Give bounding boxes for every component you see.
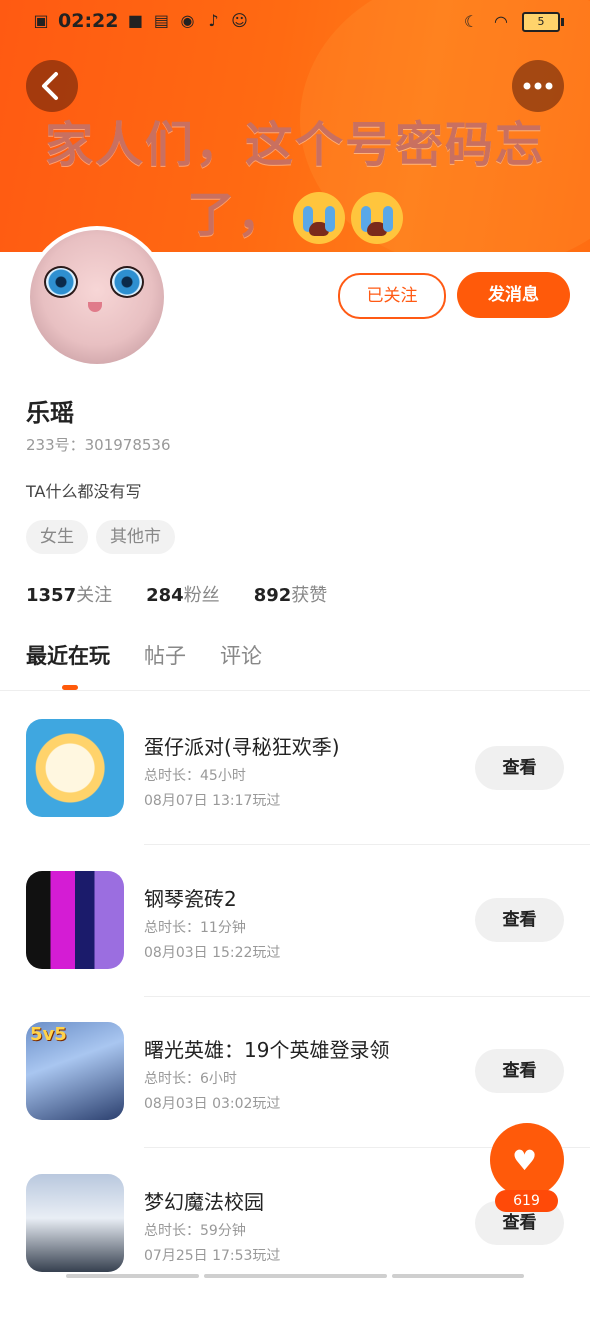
crying-emoji-icon	[293, 192, 345, 244]
tab-comments[interactable]: 评论	[220, 640, 262, 670]
battery-icon: 5	[522, 12, 564, 32]
status-bar: ▣ 02:22 ■ ▤ ◉ ♪ ☺ ☾ ◠ 5	[0, 0, 590, 46]
user-tags: 女生 其他市	[26, 520, 175, 554]
stat-fans-label: 粉丝	[183, 585, 220, 606]
game-title: 钢琴瓷砖2	[144, 887, 237, 911]
game-last-played: 08月03日 15:22玩过	[144, 945, 281, 961]
game-duration: 总时长：59分钟	[144, 1223, 246, 1239]
stat-fans[interactable]: 284粉丝	[146, 581, 220, 607]
game-icon-badge: 5v5	[30, 1024, 67, 1045]
nav-segment	[204, 1274, 387, 1278]
caption-line-1: 家人们，这个号密码忘	[44, 117, 545, 173]
wifi-icon: ◠	[494, 12, 508, 31]
stat-following-value: 1357	[26, 585, 77, 606]
user-id: 233号：301978536	[26, 436, 171, 454]
status-time: 02:22	[58, 10, 119, 32]
like-fab-button[interactable]: ♥	[490, 1123, 564, 1197]
game-icon	[26, 719, 124, 817]
game-duration: 总时长：45小时	[144, 768, 246, 784]
more-button[interactable]	[512, 60, 564, 112]
user-bio: TA什么都没有写	[26, 482, 142, 501]
app-icon: ◉	[180, 11, 195, 30]
video-icon: ■	[127, 11, 144, 30]
heart-icon: ♥	[512, 1144, 538, 1177]
stat-likes-value: 892	[253, 585, 292, 606]
tab-posts[interactable]: 帖子	[144, 640, 186, 670]
divider	[0, 690, 590, 691]
game-item[interactable]: 钢琴瓷砖2 总时长：11分钟 08月03日 15:22玩过 查看	[0, 871, 590, 1021]
avatar-eye	[44, 266, 78, 298]
game-icon	[26, 871, 124, 969]
user-name: 乐瑶	[26, 399, 74, 427]
game-title: 梦幻魔法校园	[144, 1190, 264, 1214]
nav-segment	[392, 1274, 524, 1278]
moon-icon: ☾	[463, 12, 479, 31]
game-duration: 总时长：11分钟	[144, 920, 246, 936]
back-button[interactable]	[26, 60, 78, 112]
game-item[interactable]: 蛋仔派对(寻秘狂欢季) 总时长：45小时 08月07日 13:17玩过 查看	[0, 719, 590, 869]
game-last-played: 08月03日 03:02玩过	[144, 1096, 281, 1112]
avatar[interactable]	[26, 226, 168, 368]
avatar-eye	[110, 266, 144, 298]
view-button[interactable]: 查看	[475, 746, 564, 790]
followed-button[interactable]: 已关注	[338, 273, 446, 319]
stat-likes-label: 获赞	[291, 585, 328, 606]
crying-emoji-icon	[351, 192, 403, 244]
send-message-button[interactable]: 发消息	[457, 272, 570, 318]
game-last-played: 07月25日 17:53玩过	[144, 1248, 281, 1264]
game-icon	[26, 1174, 124, 1272]
avatar-image	[30, 230, 164, 364]
back-arrow-icon	[42, 72, 58, 100]
music-icon: ♪	[208, 11, 219, 30]
stat-likes: 892获赞	[254, 581, 328, 607]
nav-segment	[66, 1274, 199, 1278]
tab-recently-played[interactable]: 最近在玩	[26, 640, 110, 670]
view-button[interactable]: 查看	[475, 898, 564, 942]
game-duration: 总时长：6小时	[144, 1071, 237, 1087]
tag-gender: 女生	[26, 520, 88, 554]
profile-tabs: 最近在玩 帖子 评论	[26, 640, 262, 670]
tag-city: 其他市	[96, 520, 175, 554]
game-title: 曙光英雄：19个英雄登录领	[144, 1038, 390, 1062]
view-button[interactable]: 查看	[475, 1049, 564, 1093]
like-count-badge: 619	[495, 1190, 558, 1212]
stat-fans-value: 284	[146, 585, 184, 606]
caption-line-2-text: 了，	[186, 187, 287, 243]
bird-icon: ☺	[231, 11, 248, 30]
divider	[144, 844, 590, 845]
divider	[144, 996, 590, 997]
more-dots-icon	[523, 82, 553, 90]
user-stats: 1357关注 284粉丝 892获赞	[26, 581, 327, 607]
stat-following[interactable]: 1357关注	[26, 581, 112, 607]
stat-following-label: 关注	[76, 585, 113, 606]
bottom-nav-indicator	[0, 1272, 590, 1280]
game-icon: 5v5	[26, 1022, 124, 1120]
game-last-played: 08月07日 13:17玩过	[144, 793, 281, 809]
book-icon: ▤	[153, 11, 170, 30]
sim-icon: ▣	[33, 11, 49, 30]
avatar-nose	[88, 302, 102, 312]
game-title: 蛋仔派对(寻秘狂欢季)	[144, 735, 340, 759]
